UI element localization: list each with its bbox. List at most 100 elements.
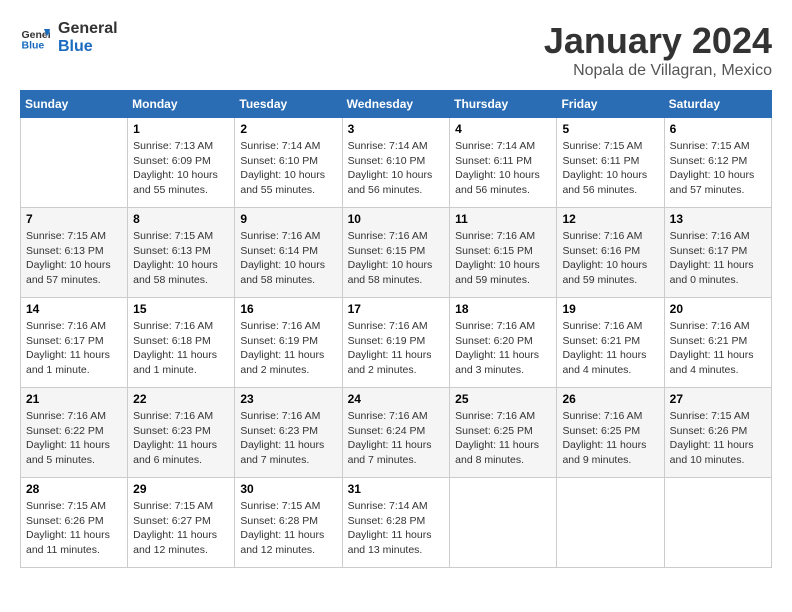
logo: General Blue General Blue [20, 20, 118, 56]
day-number: 20 [670, 302, 766, 316]
calendar-table: SundayMondayTuesdayWednesdayThursdayFrid… [20, 90, 772, 568]
calendar-cell: 25Sunrise: 7:16 AMSunset: 6:25 PMDayligh… [450, 388, 557, 478]
header-tuesday: Tuesday [235, 91, 342, 118]
header-friday: Friday [557, 91, 664, 118]
location-subtitle: Nopala de Villagran, Mexico [544, 62, 772, 80]
day-info: Sunrise: 7:16 AMSunset: 6:24 PMDaylight:… [348, 409, 445, 468]
day-info: Sunrise: 7:15 AMSunset: 6:12 PMDaylight:… [670, 139, 766, 198]
day-info: Sunrise: 7:14 AMSunset: 6:28 PMDaylight:… [348, 499, 445, 558]
day-number: 23 [240, 392, 336, 406]
day-number: 30 [240, 482, 336, 496]
day-number: 3 [348, 122, 445, 136]
calendar-cell: 20Sunrise: 7:16 AMSunset: 6:21 PMDayligh… [664, 298, 771, 388]
calendar-cell: 14 Sunrise: 7:16 AMSunset: 6:17 PMDayligh… [21, 298, 128, 388]
page-header: General Blue General Blue January 2024 N… [20, 20, 772, 80]
logo-icon: General Blue [20, 23, 50, 53]
calendar-cell: 6 Sunrise: 7:15 AMSunset: 6:12 PMDaylight… [664, 118, 771, 208]
day-number: 16 [240, 302, 336, 316]
calendar-cell: 8Sunrise: 7:15 AMSunset: 6:13 PMDaylight… [128, 208, 235, 298]
calendar-cell: 29Sunrise: 7:15 AMSunset: 6:27 PMDayligh… [128, 478, 235, 568]
day-number: 31 [348, 482, 445, 496]
day-info: Sunrise: 7:16 AMSunset: 6:17 PMDaylight:… [670, 229, 766, 288]
logo-blue: Blue [58, 38, 118, 56]
day-number: 6 [670, 122, 766, 136]
day-info: Sunrise: 7:16 AMSunset: 6:19 PMDaylight:… [240, 319, 336, 378]
day-info: Sunrise: 7:14 AMSunset: 6:10 PMDaylight:… [240, 139, 336, 198]
day-number: 7 [26, 212, 122, 226]
day-info: Sunrise: 7:16 AMSunset: 6:16 PMDaylight:… [562, 229, 658, 288]
day-number: 27 [670, 392, 766, 406]
day-info: Sunrise: 7:16 AMSunset: 6:23 PMDaylight:… [240, 409, 336, 468]
calendar-week-2: 7 Sunrise: 7:15 AMSunset: 6:13 PMDaylight… [21, 208, 772, 298]
day-info: Sunrise: 7:15 AMSunset: 6:26 PMDaylight:… [26, 499, 122, 558]
day-info: Sunrise: 7:16 AMSunset: 6:15 PMDaylight:… [348, 229, 445, 288]
day-number: 1 [133, 122, 229, 136]
calendar-cell: 19 Sunrise: 7:16 AMSunset: 6:21 PMDayligh… [557, 298, 664, 388]
day-info: Sunrise: 7:15 AMSunset: 6:11 PMDaylight:… [562, 139, 658, 198]
calendar-cell [557, 478, 664, 568]
calendar-cell: 13Sunrise: 7:16 AMSunset: 6:17 PMDayligh… [664, 208, 771, 298]
day-info: Sunrise: 7:13 AMSunset: 6:09 PMDaylight:… [133, 139, 229, 198]
day-number: 2 [240, 122, 336, 136]
calendar-week-3: 14 Sunrise: 7:16 AMSunset: 6:17 PMDayligh… [21, 298, 772, 388]
day-number: 28 [26, 482, 122, 496]
calendar-cell: 2 Sunrise: 7:14 AMSunset: 6:10 PMDaylight… [235, 118, 342, 208]
day-number: 25 [455, 392, 551, 406]
day-info: Sunrise: 7:16 AMSunset: 6:20 PMDaylight:… [455, 319, 551, 378]
calendar-week-4: 21 Sunrise: 7:16 AMSunset: 6:22 PMDayligh… [21, 388, 772, 478]
calendar-cell: 23 Sunrise: 7:16 AMSunset: 6:23 PMDayligh… [235, 388, 342, 478]
day-info: Sunrise: 7:14 AMSunset: 6:10 PMDaylight:… [348, 139, 445, 198]
day-number: 17 [348, 302, 445, 316]
day-info: Sunrise: 7:16 AMSunset: 6:15 PMDaylight:… [455, 229, 551, 288]
calendar-cell: 11Sunrise: 7:16 AMSunset: 6:15 PMDayligh… [450, 208, 557, 298]
day-number: 18 [455, 302, 551, 316]
day-info: Sunrise: 7:16 AMSunset: 6:18 PMDaylight:… [133, 319, 229, 378]
calendar-cell: 18 Sunrise: 7:16 AMSunset: 6:20 PMDayligh… [450, 298, 557, 388]
day-info: Sunrise: 7:15 AMSunset: 6:13 PMDaylight:… [26, 229, 122, 288]
calendar-cell: 24Sunrise: 7:16 AMSunset: 6:24 PMDayligh… [342, 388, 450, 478]
day-info: Sunrise: 7:16 AMSunset: 6:17 PMDaylight:… [26, 319, 122, 378]
calendar-week-5: 28 Sunrise: 7:15 AMSunset: 6:26 PMDayligh… [21, 478, 772, 568]
calendar-cell [21, 118, 128, 208]
calendar-body: 1 Sunrise: 7:13 AMSunset: 6:09 PMDaylight… [21, 118, 772, 568]
calendar-cell: 4 Sunrise: 7:14 AMSunset: 6:11 PMDaylight… [450, 118, 557, 208]
day-info: Sunrise: 7:16 AMSunset: 6:14 PMDaylight:… [240, 229, 336, 288]
day-number: 29 [133, 482, 229, 496]
title-block: January 2024 Nopala de Villagran, Mexico [544, 20, 772, 80]
calendar-week-1: 1 Sunrise: 7:13 AMSunset: 6:09 PMDaylight… [21, 118, 772, 208]
day-number: 19 [562, 302, 658, 316]
day-info: Sunrise: 7:16 AMSunset: 6:19 PMDaylight:… [348, 319, 445, 378]
day-info: Sunrise: 7:16 AMSunset: 6:25 PMDaylight:… [562, 409, 658, 468]
calendar-cell: 10 Sunrise: 7:16 AMSunset: 6:15 PMDayligh… [342, 208, 450, 298]
day-number: 26 [562, 392, 658, 406]
calendar-cell: 31 Sunrise: 7:14 AMSunset: 6:28 PMDayligh… [342, 478, 450, 568]
day-number: 15 [133, 302, 229, 316]
day-number: 4 [455, 122, 551, 136]
calendar-cell: 30 Sunrise: 7:15 AMSunset: 6:28 PMDayligh… [235, 478, 342, 568]
day-number: 14 [26, 302, 122, 316]
month-title: January 2024 [544, 20, 772, 62]
day-number: 5 [562, 122, 658, 136]
calendar-cell: 16 Sunrise: 7:16 AMSunset: 6:19 PMDayligh… [235, 298, 342, 388]
calendar-cell: 3 Sunrise: 7:14 AMSunset: 6:10 PMDaylight… [342, 118, 450, 208]
day-info: Sunrise: 7:15 AMSunset: 6:28 PMDaylight:… [240, 499, 336, 558]
header-saturday: Saturday [664, 91, 771, 118]
day-info: Sunrise: 7:14 AMSunset: 6:11 PMDaylight:… [455, 139, 551, 198]
header-sunday: Sunday [21, 91, 128, 118]
calendar-cell [450, 478, 557, 568]
calendar-cell: 1 Sunrise: 7:13 AMSunset: 6:09 PMDaylight… [128, 118, 235, 208]
day-number: 21 [26, 392, 122, 406]
day-info: Sunrise: 7:16 AMSunset: 6:21 PMDaylight:… [562, 319, 658, 378]
day-number: 9 [240, 212, 336, 226]
calendar-cell: 17 Sunrise: 7:16 AMSunset: 6:19 PMDayligh… [342, 298, 450, 388]
day-number: 10 [348, 212, 445, 226]
calendar-cell: 28 Sunrise: 7:15 AMSunset: 6:26 PMDayligh… [21, 478, 128, 568]
calendar-cell: 22Sunrise: 7:16 AMSunset: 6:23 PMDayligh… [128, 388, 235, 478]
day-number: 12 [562, 212, 658, 226]
calendar-header-row: SundayMondayTuesdayWednesdayThursdayFrid… [21, 91, 772, 118]
calendar-cell: 9 Sunrise: 7:16 AMSunset: 6:14 PMDaylight… [235, 208, 342, 298]
calendar-cell: 21 Sunrise: 7:16 AMSunset: 6:22 PMDayligh… [21, 388, 128, 478]
calendar-cell: 27 Sunrise: 7:15 AMSunset: 6:26 PMDayligh… [664, 388, 771, 478]
day-info: Sunrise: 7:16 AMSunset: 6:22 PMDaylight:… [26, 409, 122, 468]
day-info: Sunrise: 7:15 AMSunset: 6:26 PMDaylight:… [670, 409, 766, 468]
